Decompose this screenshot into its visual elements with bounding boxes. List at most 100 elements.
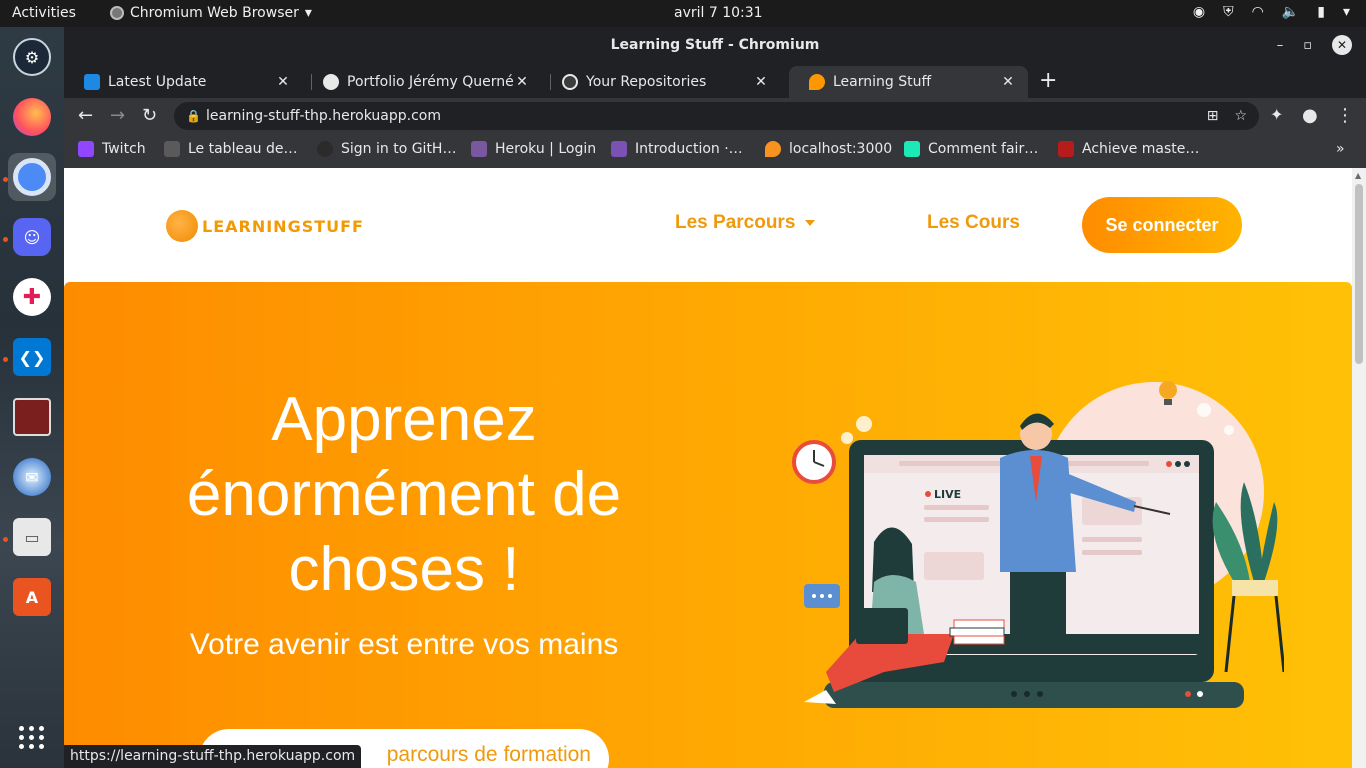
forward-button[interactable]: → xyxy=(110,105,125,126)
address-bar[interactable]: 🔒 learning-stuff-thp.herokuapp.com ⊞ ☆ xyxy=(174,102,1259,130)
clock-illustration-icon xyxy=(792,440,836,484)
tab-learning-stuff[interactable]: Learning Stuff ✕ xyxy=(789,66,1028,98)
bookmarks-bar: Twitch Le tableau de… Sign in to GitH… H… xyxy=(64,134,1366,168)
bookmark-label: localhost:3000 xyxy=(789,141,893,157)
dock-slack[interactable]: ✚ xyxy=(8,273,56,321)
heroku-icon xyxy=(471,141,487,157)
dock-software[interactable]: A xyxy=(8,573,56,621)
window-title: Learning Stuff - Chromium xyxy=(610,37,820,53)
address-url: learning-stuff-thp.herokuapp.com xyxy=(206,108,441,124)
hero-section: Apprenez énormément de choses ! Votre av… xyxy=(64,282,1352,768)
app-menu-label: Chromium Web Browser xyxy=(130,5,299,21)
battery-icon[interactable]: ▮ xyxy=(1317,4,1325,20)
minimize-button[interactable]: – xyxy=(1277,27,1284,64)
wifi-icon[interactable]: ◠ xyxy=(1252,4,1264,20)
hero-cta-label: parcours de formation xyxy=(386,743,591,766)
thunderbird-icon: ✉ xyxy=(13,458,51,496)
show-applications-button[interactable] xyxy=(8,713,56,761)
profile-avatar-icon[interactable]: ● xyxy=(1302,105,1318,126)
chevron-down-icon[interactable]: ▾ xyxy=(1343,4,1350,20)
maximize-button[interactable]: ▫ xyxy=(1303,27,1312,64)
logo-text: LEARNINGSTUFF xyxy=(202,216,364,236)
nav-cours-link[interactable]: Les Cours xyxy=(927,212,1020,234)
shield-icon[interactable]: ⛨ xyxy=(1223,4,1234,20)
dock-vscode[interactable]: ❮❯ xyxy=(8,333,56,381)
hero-subtitle: Votre avenir est entre vos mains xyxy=(189,628,619,661)
discord-tray-icon[interactable]: ◉ xyxy=(1193,4,1205,20)
page-scrollbar[interactable]: ▲ xyxy=(1352,168,1366,768)
page-icon xyxy=(1058,141,1074,157)
close-icon[interactable]: ✕ xyxy=(514,74,530,90)
firefox-icon xyxy=(13,98,51,136)
site-logo[interactable]: LEARNINGSTUFF xyxy=(166,210,364,242)
dock-chromium[interactable] xyxy=(8,153,56,201)
learningstuff-favicon xyxy=(809,74,825,90)
tab-repositories[interactable]: Your Repositories ✕ xyxy=(542,66,781,98)
dock-terminal-app[interactable] xyxy=(8,393,56,441)
discord-icon: ☺ xyxy=(13,218,51,256)
bookmark-label: Introduction ·… xyxy=(635,141,743,157)
dock-thunderbird[interactable]: ✉ xyxy=(8,453,56,501)
scroll-up-icon[interactable]: ▲ xyxy=(1355,171,1361,180)
twitch-icon xyxy=(78,141,94,157)
logo-mark-icon xyxy=(166,210,198,242)
dock-discord[interactable]: ☺ xyxy=(8,213,56,261)
close-window-button[interactable]: ✕ xyxy=(1332,35,1352,55)
bookmark-achieve[interactable]: Achieve maste… xyxy=(1058,141,1199,157)
books-stack xyxy=(949,619,1005,645)
live-badge: LIVE xyxy=(934,488,961,501)
laptop-small xyxy=(856,608,908,644)
bookmark-label: Twitch xyxy=(102,141,146,157)
system-monitor-icon xyxy=(13,398,51,436)
bookmark-star-icon[interactable]: ☆ xyxy=(1234,102,1247,130)
bookmark-bootstrap[interactable]: Introduction ·… xyxy=(611,141,743,157)
bookmark-twitch[interactable]: Twitch xyxy=(78,141,146,157)
login-button[interactable]: Se connecter xyxy=(1082,197,1242,253)
extensions-icon[interactable]: ✦ xyxy=(1270,105,1283,124)
files-icon: ▭ xyxy=(13,518,51,556)
tab-strip: Latest Update ✕ Portfolio Jérémy Querné … xyxy=(64,64,1366,98)
new-tab-button[interactable]: + xyxy=(1039,68,1057,93)
bookmark-comment[interactable]: Comment fair… xyxy=(904,141,1038,157)
system-top-bar: Activities Chromium Web Browser ▾ avril … xyxy=(0,0,1366,27)
close-icon[interactable]: ✕ xyxy=(275,74,291,90)
bookmark-localhost[interactable]: localhost:3000 xyxy=(765,141,892,157)
chromium-icon xyxy=(13,158,51,196)
tab-latest-update[interactable]: Latest Update ✕ xyxy=(64,66,303,98)
back-button[interactable]: ← xyxy=(78,105,93,126)
bookmark-label: Comment fair… xyxy=(928,141,1039,157)
web-page: LEARNINGSTUFF Les Parcours Les Cours Se … xyxy=(64,168,1352,768)
status-bar-url: https://learning-stuff-thp.herokuapp.com xyxy=(64,745,362,768)
system-tray[interactable]: ◉ ⛨ ◠ 🔈 ▮ ▾ xyxy=(1193,4,1350,20)
bookmark-label: Achieve maste… xyxy=(1082,141,1200,157)
app-menu[interactable]: Chromium Web Browser ▾ xyxy=(110,5,312,21)
dock-files[interactable]: ▭ xyxy=(8,513,56,561)
bookmark-heroku[interactable]: Heroku | Login xyxy=(471,141,596,157)
lock-icon[interactable]: 🔒 xyxy=(186,102,201,130)
bootstrap-icon xyxy=(611,141,627,157)
bookmark-github[interactable]: Sign in to GitH… xyxy=(317,141,456,157)
clock[interactable]: avril 7 10:31 xyxy=(674,5,763,21)
nav-parcours-dropdown[interactable]: Les Parcours xyxy=(675,212,816,234)
page-icon xyxy=(904,141,920,157)
reload-button[interactable]: ↻ xyxy=(142,105,157,126)
dock-steam[interactable]: ⚙ xyxy=(8,33,56,81)
tab-portfolio[interactable]: Portfolio Jérémy Querné ✕ xyxy=(303,66,542,98)
github-icon xyxy=(317,141,333,157)
activities-button[interactable]: Activities xyxy=(12,5,76,21)
bookmarks-overflow-icon[interactable]: » xyxy=(1336,141,1345,157)
close-icon[interactable]: ✕ xyxy=(753,74,769,90)
bookmark-label: Sign in to GitH… xyxy=(341,141,457,157)
dock-firefox[interactable] xyxy=(8,93,56,141)
bookmark-tableau[interactable]: Le tableau de… xyxy=(164,141,297,157)
globe-icon xyxy=(323,74,339,90)
vscode-icon: ❮❯ xyxy=(13,338,51,376)
title-bar[interactable]: Learning Stuff - Chromium – ▫ ✕ xyxy=(64,27,1366,64)
menu-kebab-icon[interactable]: ⋮ xyxy=(1336,105,1354,126)
close-icon[interactable]: ✕ xyxy=(1000,74,1016,90)
translate-icon[interactable]: ⊞ xyxy=(1207,102,1219,130)
chromium-icon xyxy=(110,6,124,20)
scrollbar-thumb[interactable] xyxy=(1355,184,1363,364)
volume-icon[interactable]: 🔈 xyxy=(1282,4,1299,20)
bookmark-label: Le tableau de… xyxy=(188,141,298,157)
